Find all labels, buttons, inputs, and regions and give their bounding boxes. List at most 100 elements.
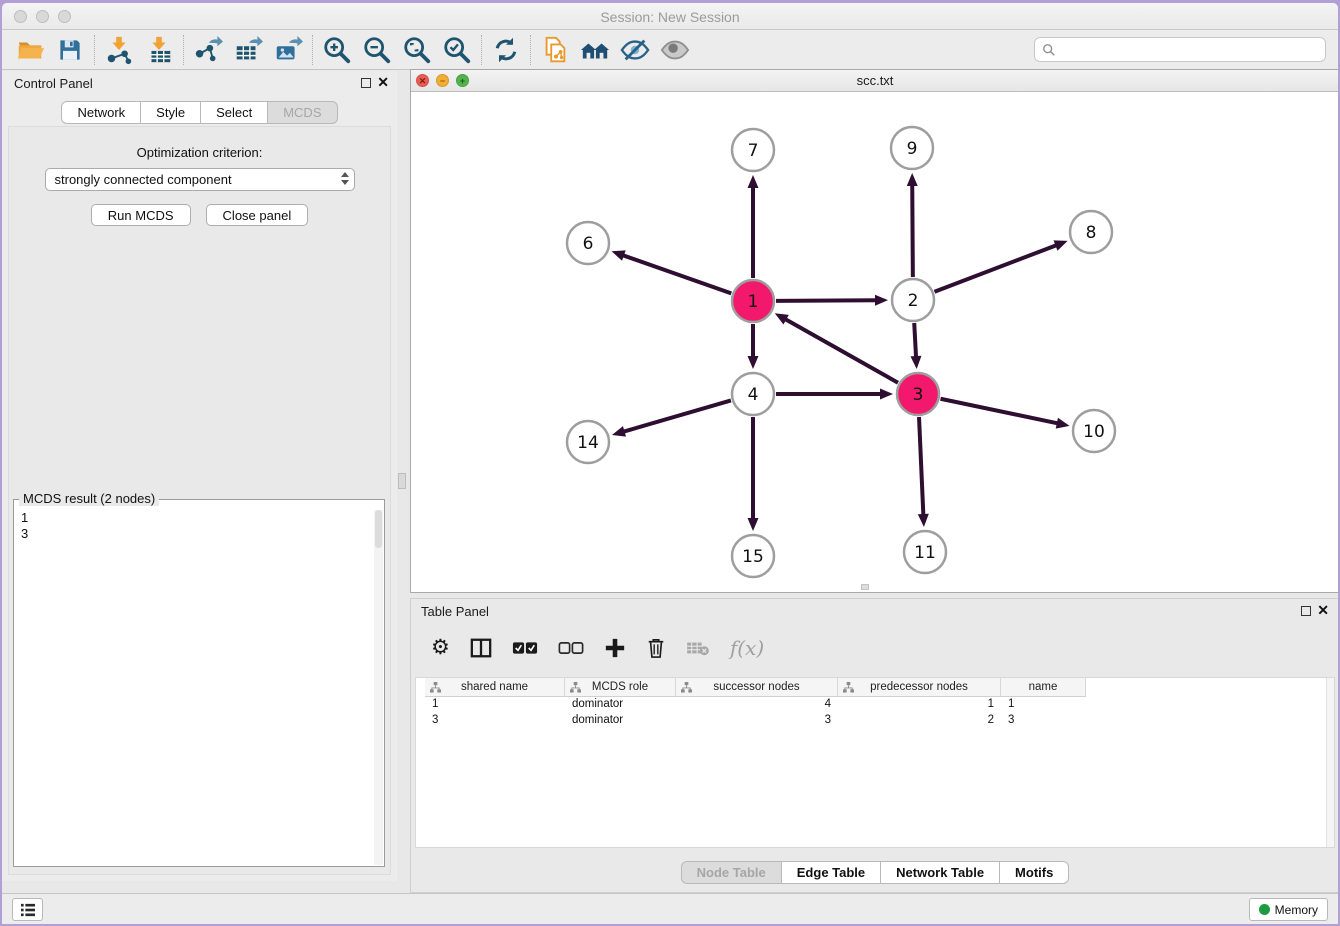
table-cell[interactable]: 4: [676, 697, 838, 713]
toolbar-separator: [94, 35, 95, 65]
result-line: 1: [21, 510, 384, 526]
add-column-button[interactable]: [604, 637, 626, 659]
table-cell[interactable]: 2: [838, 713, 1001, 729]
task-history-button[interactable]: [12, 898, 43, 921]
save-session-button[interactable]: [50, 33, 90, 67]
task-list-icon: [20, 903, 36, 917]
table-cell[interactable]: 1: [838, 697, 1001, 713]
edge-2-8[interactable]: [934, 245, 1057, 292]
table-row[interactable]: 1dominator411: [416, 697, 1334, 713]
table-scrollbar[interactable]: [1326, 678, 1334, 847]
edge-arrowhead: [875, 295, 888, 306]
deselect-all-rows-button[interactable]: [558, 641, 584, 655]
close-panel-icon[interactable]: ✕: [377, 74, 389, 91]
select-all-rows-button[interactable]: [512, 641, 538, 655]
edge-1-2[interactable]: [776, 300, 877, 301]
open-session-button[interactable]: [10, 33, 50, 67]
tab-edge-table[interactable]: Edge Table: [782, 861, 881, 884]
close-panel-button[interactable]: Close panel: [206, 204, 309, 226]
application-window: Session: New Session: [2, 3, 1338, 924]
table-cell[interactable]: 3: [425, 713, 565, 729]
result-scrollbar[interactable]: [374, 510, 383, 865]
column-header-successor-nodes[interactable]: successor nodes: [676, 678, 838, 697]
column-layout-button[interactable]: [470, 637, 492, 659]
table-cell[interactable]: dominator: [565, 713, 676, 729]
deselect-all-icon: [558, 641, 584, 655]
table-row[interactable]: 3dominator323: [416, 713, 1334, 729]
export-table-button[interactable]: [228, 33, 268, 67]
network-graph-canvas[interactable]: 7968124314101511: [411, 92, 1338, 593]
mcds-result-title: MCDS result (2 nodes): [19, 491, 159, 506]
search-input[interactable]: [1061, 42, 1325, 57]
graph-node-label: 1: [748, 292, 759, 312]
close-table-panel-icon[interactable]: ✕: [1317, 602, 1329, 619]
edge-3-1[interactable]: [784, 319, 898, 383]
tab-style[interactable]: Style: [141, 101, 201, 124]
export-image-button[interactable]: [268, 33, 308, 67]
float-table-panel-icon[interactable]: [1301, 606, 1311, 616]
show-all-button[interactable]: [655, 33, 695, 67]
edge-4-14[interactable]: [623, 400, 731, 432]
mcds-tab-content: Optimization criterion: strongly connect…: [8, 126, 391, 875]
tab-motifs[interactable]: Motifs: [1000, 861, 1069, 884]
import-network-button[interactable]: [99, 33, 139, 67]
save-disk-icon: [56, 36, 84, 64]
hide-eye-slash-icon: [619, 35, 651, 65]
refresh-layout-button[interactable]: [486, 33, 526, 67]
column-header-name[interactable]: name: [1001, 678, 1086, 697]
column-header-predecessor-nodes[interactable]: predecessor nodes: [838, 678, 1001, 697]
panel-splitter-handle[interactable]: [398, 473, 406, 489]
sort-hierarchy-icon: [681, 682, 692, 693]
delete-column-button[interactable]: [646, 637, 666, 659]
table-cell[interactable]: 3: [676, 713, 838, 729]
float-panel-icon[interactable]: [361, 78, 371, 88]
edge-2-3[interactable]: [914, 323, 916, 358]
table-cell[interactable]: 1: [425, 697, 565, 713]
table-cell[interactable]: 3: [1001, 713, 1086, 729]
edge-1-6[interactable]: [622, 255, 731, 293]
tab-select[interactable]: Select: [201, 101, 268, 124]
canvas-splitter-handle[interactable]: [861, 584, 869, 590]
new-network-from-selection-icon: [540, 35, 570, 65]
criterion-dropdown[interactable]: strongly connected component: [45, 168, 355, 191]
run-mcds-button[interactable]: Run MCDS: [91, 204, 191, 226]
zoom-selected-button[interactable]: [437, 33, 477, 67]
function-builder-button-disabled: f(x): [730, 636, 764, 660]
control-panel: Control Panel ✕ NetworkStyleSelectMCDS O…: [2, 71, 397, 881]
zoom-fit-icon: [402, 35, 432, 65]
edge-arrowhead: [612, 250, 626, 260]
tab-network-table[interactable]: Network Table: [881, 861, 1000, 884]
edge-3-11[interactable]: [919, 417, 923, 516]
edge-arrowhead: [748, 175, 759, 188]
export-network-button[interactable]: [188, 33, 228, 67]
memory-button[interactable]: Memory: [1249, 898, 1328, 921]
table-header-row: shared nameMCDS rolesuccessor nodesprede…: [416, 678, 1334, 697]
network-view-window: ✕ − + scc.txt 7968124314101511: [410, 69, 1338, 593]
search-icon: [1042, 43, 1056, 57]
import-table-button[interactable]: [139, 33, 179, 67]
first-neighbors-button[interactable]: [575, 33, 615, 67]
tab-node-table[interactable]: Node Table: [681, 861, 782, 884]
table-settings-button[interactable]: ⚙: [431, 638, 450, 658]
edge-3-10[interactable]: [941, 399, 1059, 424]
graph-node-label: 14: [577, 433, 599, 453]
search-field[interactable]: [1034, 37, 1326, 62]
criterion-dropdown-value: strongly connected component: [55, 172, 232, 187]
zoom-fit-button[interactable]: [397, 33, 437, 67]
graph-node-label: 8: [1086, 223, 1097, 243]
zoom-in-button[interactable]: [317, 33, 357, 67]
tab-mcds[interactable]: MCDS: [268, 101, 337, 124]
tab-network[interactable]: Network: [61, 101, 141, 124]
zoom-out-button[interactable]: [357, 33, 397, 67]
column-header-shared-name[interactable]: shared name: [425, 678, 565, 697]
toolbar-separator: [481, 35, 482, 65]
hide-selected-button[interactable]: [615, 33, 655, 67]
export-image-icon: [273, 35, 303, 65]
toolbar-separator: [530, 35, 531, 65]
edge-2-9[interactable]: [912, 184, 913, 277]
new-network-from-selection-button[interactable]: [535, 33, 575, 67]
node-table: shared nameMCDS rolesuccessor nodesprede…: [415, 677, 1335, 848]
table-cell[interactable]: 1: [1001, 697, 1086, 713]
table-cell[interactable]: dominator: [565, 697, 676, 713]
column-header-MCDS-role[interactable]: MCDS role: [565, 678, 676, 697]
